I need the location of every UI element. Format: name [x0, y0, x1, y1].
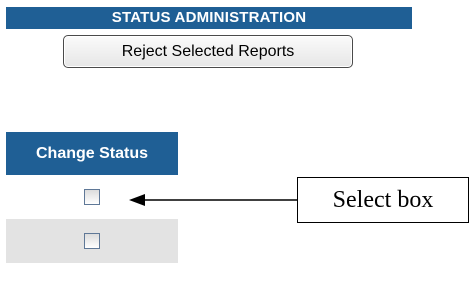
select-box-callout: Select box: [297, 177, 469, 223]
callout-arrow: [129, 194, 297, 206]
callout-arrow-head: [129, 194, 145, 206]
